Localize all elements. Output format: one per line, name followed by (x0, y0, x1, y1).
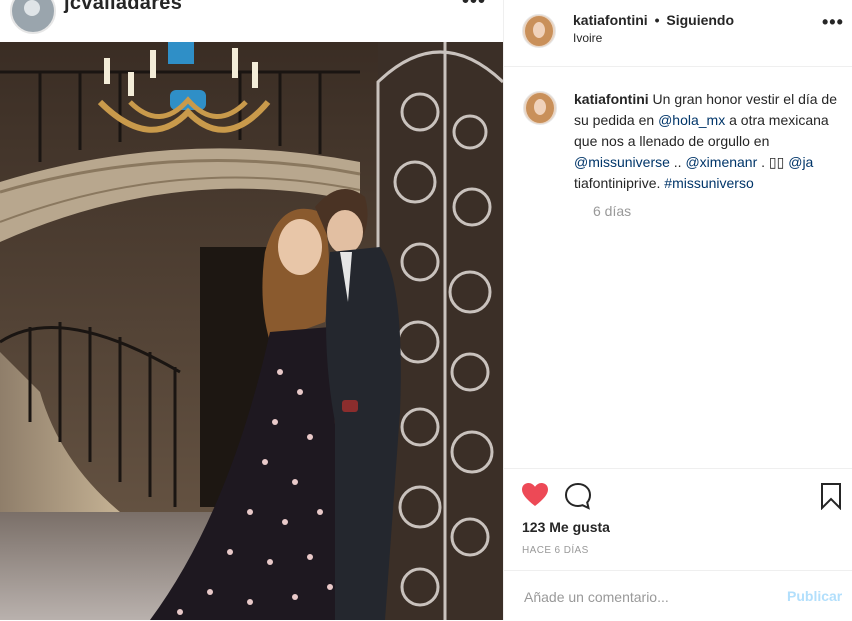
comment-icon[interactable] (564, 482, 592, 515)
hashtag-link[interactable]: #missuniverso (664, 175, 753, 191)
username-link[interactable]: katiafontini (573, 12, 648, 28)
avatar[interactable] (523, 91, 557, 125)
location-link[interactable]: Ivoire (573, 31, 602, 45)
caption-fragment: . ▯▯ (757, 154, 789, 170)
avatar[interactable] (522, 14, 556, 48)
bookmark-icon[interactable] (820, 482, 842, 515)
publish-button[interactable]: Publicar (787, 588, 842, 604)
background-post-header: jcvalladares ••• (0, 0, 503, 43)
post-photo[interactable] (0, 42, 503, 620)
post-header: katiafontini • Siguiendo Ivoire ••• (504, 0, 852, 67)
ellipsis-icon[interactable]: ••• (822, 12, 844, 33)
post-detail-panel: katiafontini • Siguiendo Ivoire ••• kati… (503, 0, 852, 620)
follow-status[interactable]: Siguiendo (666, 12, 734, 28)
ellipsis-icon[interactable]: ••• (462, 0, 486, 13)
separator: • (654, 12, 660, 28)
action-bar: 123 Me gusta HACE 6 DÍAS (504, 468, 852, 569)
background-username[interactable]: jcvalladares (64, 0, 182, 15)
likes-count[interactable]: 123 Me gusta (522, 519, 610, 535)
post-header-user: katiafontini • Siguiendo (573, 12, 734, 28)
caption-time[interactable]: 6 días (593, 203, 631, 219)
mention-link[interactable]: @missuniverse (574, 154, 670, 170)
comment-bar: Publicar (504, 570, 852, 621)
caption-username[interactable]: katiafontini (574, 91, 649, 107)
post-timestamp[interactable]: HACE 6 DÍAS (522, 545, 589, 556)
caption-fragment: tiafontiniprive. (574, 175, 665, 191)
mention-link[interactable]: @ja (788, 154, 813, 170)
avatar[interactable] (10, 0, 56, 34)
caption-text: katiafontini Un gran honor vestir el día… (574, 89, 844, 194)
heart-filled-icon[interactable] (521, 482, 549, 513)
caption-fragment: .. (669, 154, 686, 170)
comment-input[interactable] (522, 585, 776, 609)
mention-link[interactable]: @hola_mx (658, 112, 725, 128)
mention-link[interactable]: @ximenanr (685, 154, 757, 170)
